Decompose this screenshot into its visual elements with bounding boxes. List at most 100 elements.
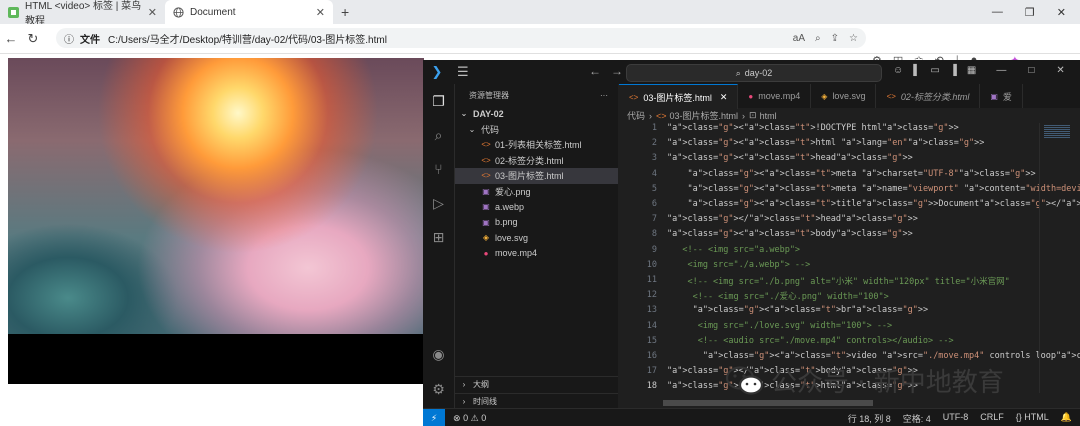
code-line[interactable]: "a">class="g"><"a">class="t">body"a">cla… <box>667 229 913 239</box>
toggle-secondary-sidebar-icon[interactable]: ▐ <box>950 65 957 76</box>
more-actions-icon[interactable]: ··· <box>600 91 608 100</box>
notifications-bell-icon[interactable]: 🔔 <box>1061 412 1072 425</box>
breadcrumb-folder[interactable]: 代码 <box>627 109 645 122</box>
file-item[interactable]: ▣ 爱心.png <box>455 184 618 200</box>
code-line[interactable]: <img src="./love.svg" width="100"> --> <box>667 321 892 331</box>
code-line[interactable]: "a">class="g"><"a">class="t">head"a">cla… <box>667 153 913 163</box>
file-item[interactable]: <> 02-标签分类.html <box>455 153 618 169</box>
info-icon[interactable]: ⓘ <box>64 31 74 46</box>
runoob-favicon-icon <box>8 6 19 18</box>
code-line[interactable]: "a">class="g"><"a">class="t">!DOCTYPE ht… <box>667 123 959 133</box>
line-number: 12 <box>646 290 657 301</box>
editor-tab[interactable]: ● move.mp4 <box>738 84 812 108</box>
settings-gear-icon[interactable]: ⚙ <box>423 372 454 406</box>
address-bar[interactable]: ⓘ 文件 C:/Users/马全才/Desktop/特训营/day-02/代码/… <box>56 28 866 48</box>
code-line[interactable]: "a">class="g"><"a">class="t">br"a">class… <box>667 305 929 315</box>
close-window-icon[interactable]: ✕ <box>1056 65 1064 76</box>
file-item[interactable]: ● move.mp4 <box>455 246 618 262</box>
favorite-star-icon[interactable]: ☆ <box>849 33 858 44</box>
customize-layout-icon[interactable]: ▦ <box>967 65 976 76</box>
line-ending[interactable]: CRLF <box>980 412 1004 425</box>
minimize-icon[interactable]: — <box>996 65 1006 76</box>
extensions-icon[interactable]: ⊞ <box>423 220 454 254</box>
file-item[interactable]: ▣ b.png <box>455 215 618 231</box>
browser-tab-runoob[interactable]: HTML <video> 标签 | 菜鸟教程 ✕ <box>0 0 165 27</box>
minimize-icon[interactable]: — <box>992 6 1003 19</box>
code-line[interactable]: "a">class="g"><"a">class="t">meta "a">na… <box>667 184 1080 194</box>
tab-label: move.mp4 <box>758 91 801 101</box>
run-debug-icon[interactable]: ▷ <box>423 186 454 220</box>
explorer-sidebar: 资源管理器 ··· ⌄ DAY-02 ⌄ 代码 <> 01-列表相关标签.htm… <box>455 84 618 408</box>
breadcrumb-element[interactable]: html <box>760 111 777 121</box>
close-tab-icon[interactable]: ✕ <box>148 6 157 19</box>
share-icon[interactable]: ⇪ <box>831 33 839 44</box>
new-tab-button[interactable]: + <box>341 4 349 20</box>
encoding[interactable]: UTF-8 <box>943 412 969 425</box>
toggle-sidebar-icon[interactable]: ▌ <box>913 65 920 76</box>
image-file-icon: ▣ <box>482 202 490 212</box>
search-text: day-02 <box>744 68 773 78</box>
close-tab-icon[interactable]: ✕ <box>316 6 325 19</box>
file-item[interactable]: ▣ a.webp <box>455 199 618 215</box>
code-line[interactable]: "a">class="g"></"a">class="t">head"a">cl… <box>667 214 918 224</box>
explorer-files-icon[interactable]: ❐ <box>423 84 454 118</box>
video-file-icon: ● <box>748 91 754 101</box>
code-line[interactable]: <!-- <audio src="./move.mp4" controls></… <box>667 336 954 346</box>
code-editor[interactable]: 1 "a">class="g"><"a">class="t">!DOCTYPE h… <box>619 123 1080 401</box>
html-file-icon: <> <box>481 140 491 150</box>
wechat-watermark: 公众号 · 新中地教育 <box>725 362 1004 399</box>
copilot-icon[interactable]: ☺ <box>893 65 903 76</box>
browser-tab-document[interactable]: Document ✕ <box>165 0 333 24</box>
file-scheme-label: 文件 <box>80 34 100 46</box>
remote-indicator-icon[interactable]: ⚡ <box>423 409 445 426</box>
line-number: 1 <box>651 123 657 133</box>
file-item[interactable]: ◈ love.svg <box>455 230 618 246</box>
language-mode[interactable]: {} HTML <box>1016 412 1049 425</box>
language-label: HTML <box>1024 411 1049 422</box>
timeline-section[interactable]: › 时间线 <box>455 392 618 410</box>
outline-section[interactable]: › 大纲 <box>455 376 618 393</box>
refresh-icon[interactable]: ↻ <box>22 31 44 47</box>
search-icon[interactable]: ⌕ <box>423 118 454 152</box>
editor-tab[interactable]: ▣ 爱 <box>980 84 1023 108</box>
code-line[interactable]: <!-- <img src="./b.png" alt="小米" width="… <box>667 275 1009 287</box>
restore-icon[interactable]: □ <box>1028 65 1034 76</box>
image-file-icon: ▣ <box>482 217 490 227</box>
problems-indicator[interactable]: ⊗ 0 ⚠ 0 <box>453 413 486 424</box>
close-tab-icon[interactable]: ✕ <box>720 92 728 103</box>
hamburger-menu-icon[interactable]: ☰ <box>457 64 469 80</box>
horizontal-scrollbar[interactable] <box>663 400 873 406</box>
minimap[interactable] <box>1039 123 1080 393</box>
file-item-selected[interactable]: <> 03-图片标签.html <box>455 168 618 184</box>
account-icon[interactable]: ◉ <box>423 337 454 371</box>
editor-tab-active[interactable]: <> 03-图片标签.html ✕ <box>619 84 739 109</box>
read-aloud-icon[interactable]: aA <box>793 33 805 44</box>
folder-code[interactable]: ⌄ 代码 <box>455 122 618 138</box>
command-center-search[interactable]: ⌕ day-02 <box>626 64 882 82</box>
editor-tab[interactable]: <> 02-标签分类.html <box>876 84 981 108</box>
restore-icon[interactable]: ❐ <box>1025 6 1035 19</box>
breadcrumb-file[interactable]: 03-图片标签.html <box>670 109 739 122</box>
indentation[interactable]: 空格: 4 <box>903 412 931 425</box>
line-number: 8 <box>651 229 657 240</box>
code-line[interactable]: "a">class="g"><"a">class="t">html "a">la… <box>667 138 984 148</box>
code-line[interactable]: "a">class="g"><"a">class="t">meta "a">ch… <box>667 169 1035 179</box>
code-line[interactable]: "a">class="g"><"a">class="t">video "a">s… <box>667 351 1080 361</box>
zoom-icon[interactable]: ⌕ <box>815 33 821 44</box>
code-line[interactable]: "a">class="g"><"a">class="t">title"a">cl… <box>667 199 1080 209</box>
timeline-label: 时间线 <box>473 396 497 406</box>
code-line[interactable]: <img src="./a.webp"> --> <box>667 260 810 270</box>
source-control-icon[interactable]: ⑂ <box>423 152 454 186</box>
video-player[interactable] <box>8 58 424 384</box>
url-text: C:/Users/马全才/Desktop/特训营/day-02/代码/03-图片… <box>108 34 387 46</box>
toggle-panel-icon[interactable]: ▭ <box>930 65 939 76</box>
browser-tab-title: HTML <video> 标签 | 菜鸟教程 <box>25 1 142 27</box>
folder-day-02[interactable]: ⌄ DAY-02 <box>455 106 618 122</box>
code-line[interactable]: <!-- <img src="./爱心.png" width="100"> <box>667 290 889 302</box>
code-line[interactable]: <!-- <img src="a.webp"> <box>667 245 800 255</box>
cursor-position[interactable]: 行 18, 列 8 <box>848 412 891 425</box>
editor-tab[interactable]: ◈ love.svg <box>811 84 877 108</box>
back-arrow-icon[interactable]: ← <box>0 31 22 46</box>
file-item[interactable]: <> 01-列表相关标签.html <box>455 137 618 153</box>
close-window-icon[interactable]: ✕ <box>1057 6 1066 19</box>
